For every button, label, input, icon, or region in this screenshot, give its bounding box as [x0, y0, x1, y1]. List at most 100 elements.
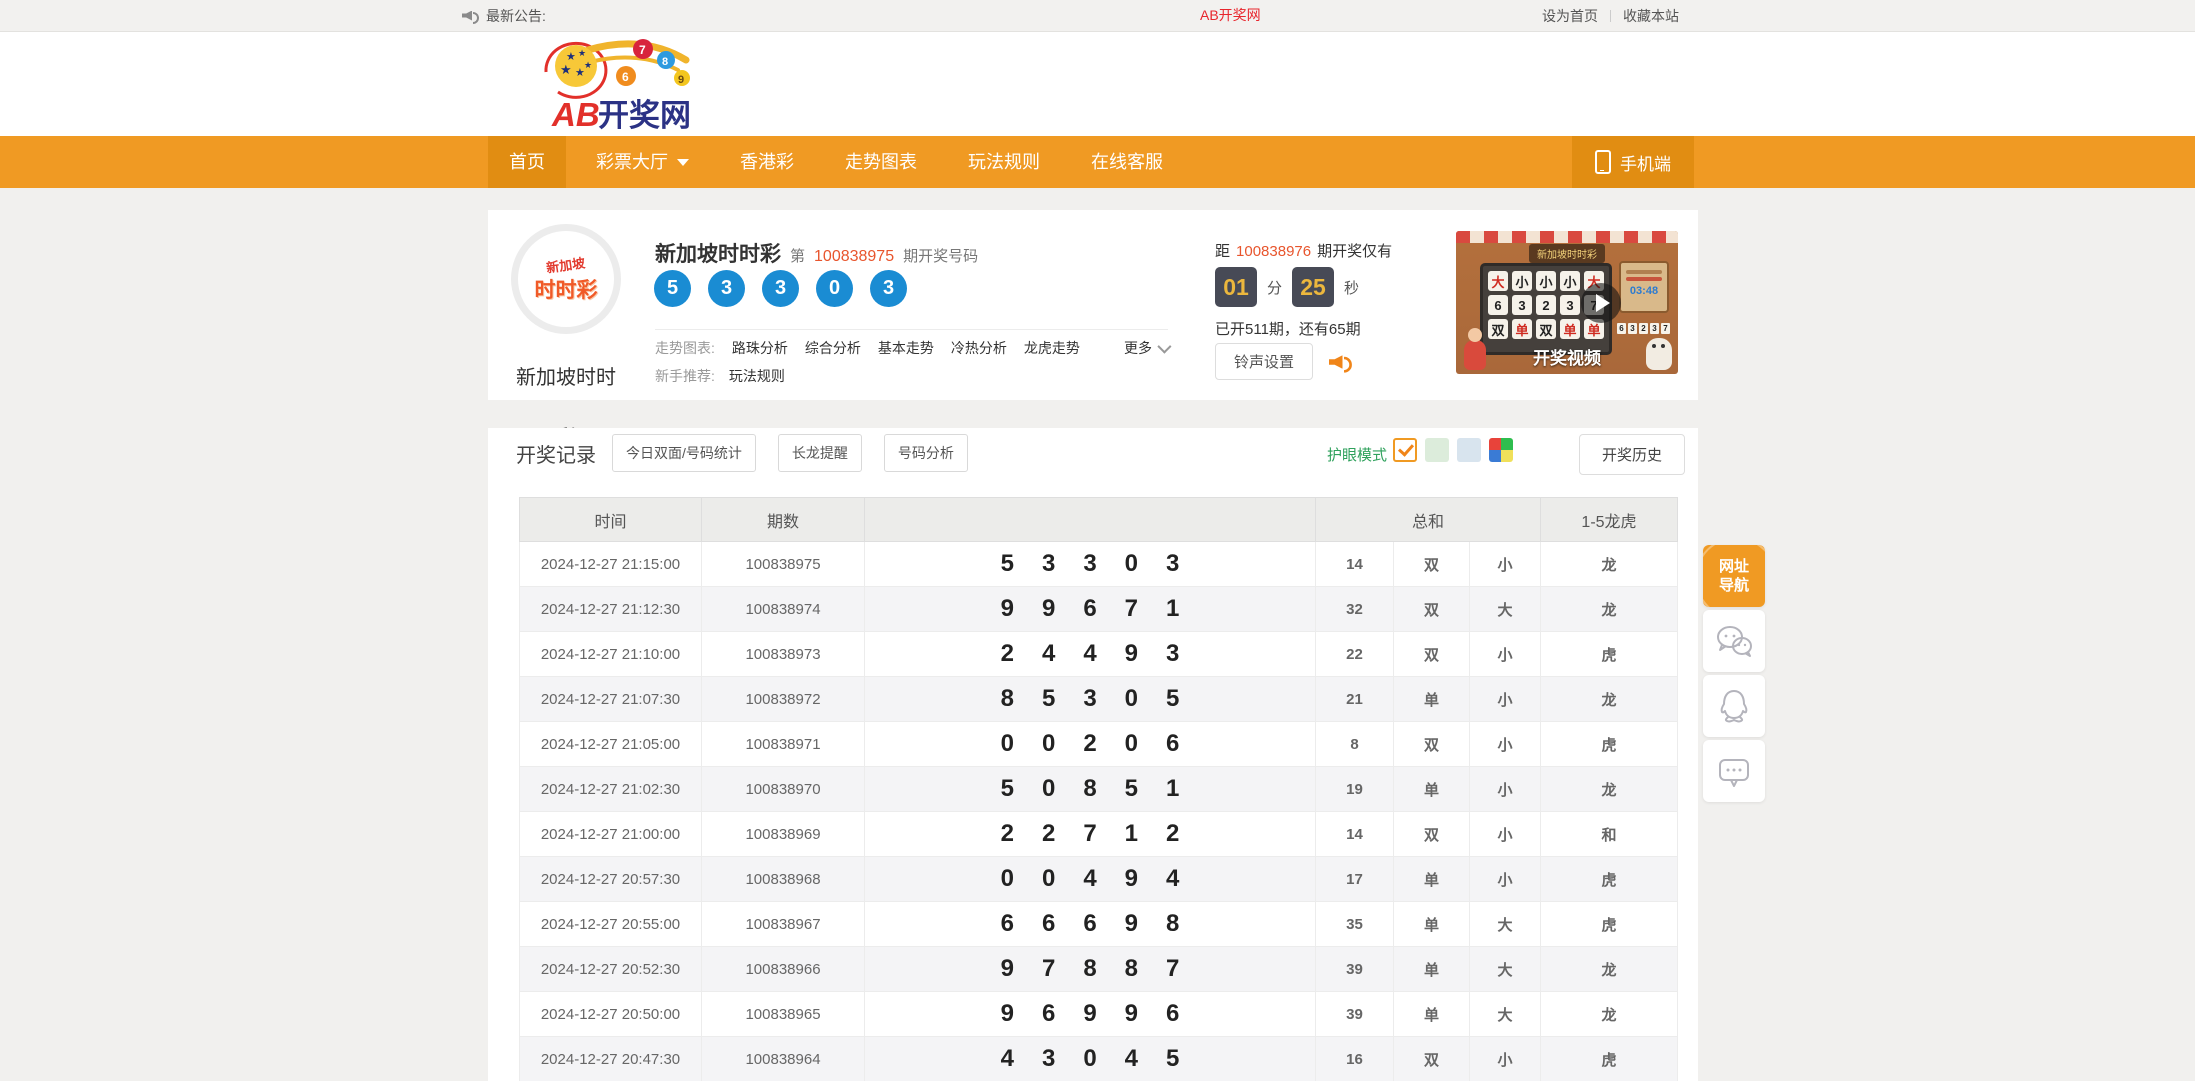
cell-time: 2024-12-27 20:55:00 — [520, 902, 702, 947]
cell-size: 小 — [1470, 677, 1541, 722]
nav-items: 首页彩票大厅香港彩走势图表玩法规则在线客服 — [488, 136, 1698, 188]
video-tile: 单 — [1512, 319, 1532, 339]
result-digit: 6 — [1166, 730, 1179, 758]
nav-item-2[interactable]: 香港彩 — [719, 136, 815, 188]
records-toolbar-button-0[interactable]: 今日双面/号码统计 — [612, 434, 756, 472]
current-draw-panel: 新加坡 时时彩 新加坡时时 彩 新加坡时时彩 第 100838975 期开奖号码… — [488, 210, 1698, 400]
play-button[interactable] — [1581, 283, 1621, 323]
result-digit: 0 — [1125, 730, 1138, 758]
records-table: 时间 期数 总和 1-5龙虎 2024-12-27 21:15:00100838… — [519, 497, 1678, 1081]
mobile-phone-icon — [1595, 150, 1611, 174]
records-toolbar: 今日双面/号码统计长龙提醒号码分析 — [612, 434, 968, 472]
result-digit: 2 — [1001, 640, 1014, 668]
cell-size: 小 — [1470, 542, 1541, 587]
cell-sum: 16 — [1316, 1037, 1394, 1081]
wechat-contact-button[interactable] — [1703, 610, 1765, 672]
cell-sum: 19 — [1316, 767, 1394, 812]
eye-mode-option-multicolor[interactable] — [1489, 438, 1513, 462]
video-mini-tile: 3 — [1628, 323, 1637, 334]
header-issue: 期数 — [702, 498, 865, 542]
cell-dragon-tiger: 龙 — [1541, 947, 1678, 992]
result-digit: 3 — [1042, 1045, 1055, 1073]
cell-issue: 100838967 — [702, 902, 865, 947]
cell-dragon-tiger: 龙 — [1541, 587, 1678, 632]
site-logo[interactable]: ★ ★ ★ ★ ★ 7 8 6 9 AB 开奖网 — [528, 34, 703, 134]
cell-numbers: 97887 — [865, 947, 1316, 992]
result-digit: 4 — [1166, 865, 1179, 893]
nav-item-0[interactable]: 首页 — [488, 136, 566, 188]
header-sum: 总和 — [1316, 498, 1541, 542]
trend-link[interactable]: 路珠分析 — [732, 338, 788, 358]
site-navigation-widget[interactable]: 网址 导航 — [1703, 545, 1765, 607]
nav-item-3[interactable]: 走势图表 — [824, 136, 938, 188]
nav-item-5[interactable]: 在线客服 — [1070, 136, 1184, 188]
result-digit: 5 — [1042, 685, 1055, 713]
cell-sum: 32 — [1316, 587, 1394, 632]
history-button[interactable]: 开奖历史 — [1579, 434, 1685, 475]
number-ball: 3 — [870, 270, 907, 307]
result-digit: 9 — [1001, 595, 1014, 623]
cell-issue: 100838972 — [702, 677, 865, 722]
qq-contact-button[interactable] — [1703, 675, 1765, 737]
mobile-version-button[interactable]: 手机端 — [1572, 136, 1694, 188]
ring-settings-button[interactable]: 铃声设置 — [1215, 343, 1313, 380]
trend-link[interactable]: 冷热分析 — [951, 338, 1007, 358]
trend-links-row: 走势图表: 路珠分析综合分析基本走势冷热分析龙虎走势 更多 — [655, 338, 1168, 358]
chat-contact-button[interactable] — [1703, 740, 1765, 802]
cell-time: 2024-12-27 21:05:00 — [520, 722, 702, 767]
cell-sum: 21 — [1316, 677, 1394, 722]
cell-dragon-tiger: 龙 — [1541, 767, 1678, 812]
nav-item-1[interactable]: 彩票大厅 — [575, 136, 710, 188]
cell-issue: 100838966 — [702, 947, 865, 992]
draw-video-thumbnail[interactable]: 新加坡时时彩 大小小小大 63237 双单双单单 03:48 63237 开奖视… — [1456, 231, 1678, 374]
result-digit: 3 — [1042, 550, 1055, 578]
video-tile: 大 — [1488, 271, 1508, 291]
video-mini-tile: 2 — [1639, 323, 1648, 334]
record-row: 2024-12-27 20:52:301008389669788739单大龙 — [520, 947, 1678, 992]
eye-mode-option-light-blue[interactable] — [1457, 438, 1481, 462]
draw-number-balls: 53303 — [654, 270, 907, 307]
cell-parity: 单 — [1394, 677, 1470, 722]
draw-progress: 已开511期，还有65期 — [1215, 318, 1361, 339]
trend-link[interactable]: 综合分析 — [805, 338, 861, 358]
video-tile: 小 — [1512, 271, 1532, 291]
record-row: 2024-12-27 21:07:301008389728530521单小龙 — [520, 677, 1678, 722]
logo-graphic: ★ ★ ★ ★ ★ 7 8 6 9 AB 开奖网 — [528, 34, 703, 134]
cell-parity: 双 — [1394, 722, 1470, 767]
video-tile: 小 — [1536, 271, 1556, 291]
records-toolbar-button-1[interactable]: 长龙提醒 — [778, 434, 862, 472]
trend-links: 路珠分析综合分析基本走势冷热分析龙虎走势 — [732, 338, 1080, 358]
cell-numbers: 24493 — [865, 632, 1316, 677]
records-toolbar-button-2[interactable]: 号码分析 — [884, 434, 968, 472]
result-digit: 0 — [1083, 1045, 1096, 1073]
record-row: 2024-12-27 21:02:301008389705085119单小龙 — [520, 767, 1678, 812]
result-digit: 7 — [1166, 955, 1179, 983]
site-name-link[interactable]: AB开奖网 — [1200, 0, 1261, 31]
more-dropdown[interactable]: 更多 — [1124, 338, 1168, 358]
result-digit: 1 — [1166, 775, 1179, 803]
record-row: 2024-12-27 20:55:001008389676669835单大虎 — [520, 902, 1678, 947]
newbie-row: 新手推荐: 玩法规则 — [655, 366, 785, 386]
nav-item-label: 玩法规则 — [968, 136, 1040, 188]
rules-link[interactable]: 玩法规则 — [729, 366, 785, 386]
video-tile: 3 — [1560, 295, 1580, 315]
result-digit: 0 — [1001, 865, 1014, 893]
eye-mode-option-white-checked[interactable] — [1393, 438, 1417, 462]
cell-sum: 14 — [1316, 812, 1394, 857]
trend-link[interactable]: 基本走势 — [878, 338, 934, 358]
cell-dragon-tiger: 虎 — [1541, 902, 1678, 947]
nav-item-4[interactable]: 玩法规则 — [947, 136, 1061, 188]
set-home-link[interactable]: 设为首页 — [1542, 6, 1598, 26]
bookmark-link[interactable]: 收藏本站 — [1623, 6, 1679, 26]
video-mini-tile: 7 — [1661, 323, 1670, 334]
record-row: 2024-12-27 20:57:301008389680049417单小虎 — [520, 857, 1678, 902]
eye-mode-option-light-green[interactable] — [1425, 438, 1449, 462]
result-digit: 9 — [1125, 640, 1138, 668]
result-digit: 2 — [1001, 820, 1014, 848]
records-panel: 开奖记录 今日双面/号码统计长龙提醒号码分析 护眼模式 开奖历史 时间 期数 总… — [488, 428, 1698, 1081]
nav-item-label: 香港彩 — [740, 136, 794, 188]
result-digit: 0 — [1001, 730, 1014, 758]
sound-on-icon[interactable] — [1329, 352, 1352, 371]
video-info-sign: 03:48 — [1619, 261, 1669, 313]
trend-link[interactable]: 龙虎走势 — [1024, 338, 1080, 358]
